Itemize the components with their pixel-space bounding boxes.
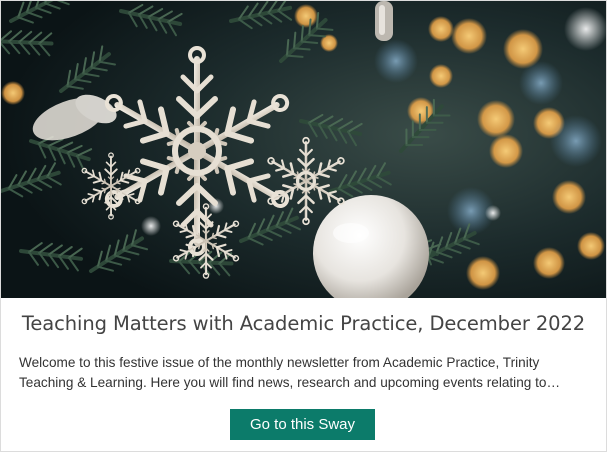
sway-card[interactable]: Teaching Matters with Academic Practice,…: [0, 0, 607, 452]
go-to-sway-button[interactable]: Go to this Sway: [230, 409, 375, 440]
card-description: Welcome to this festive issue of the mon…: [19, 355, 547, 390]
hero-image: [1, 1, 606, 298]
card-title: Teaching Matters with Academic Practice,…: [21, 312, 586, 335]
